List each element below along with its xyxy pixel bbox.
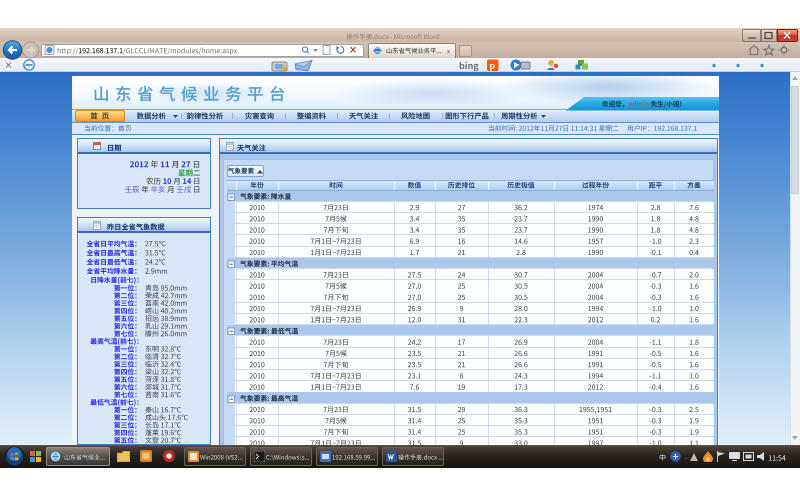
- svg-text:p: p: [490, 61, 496, 71]
